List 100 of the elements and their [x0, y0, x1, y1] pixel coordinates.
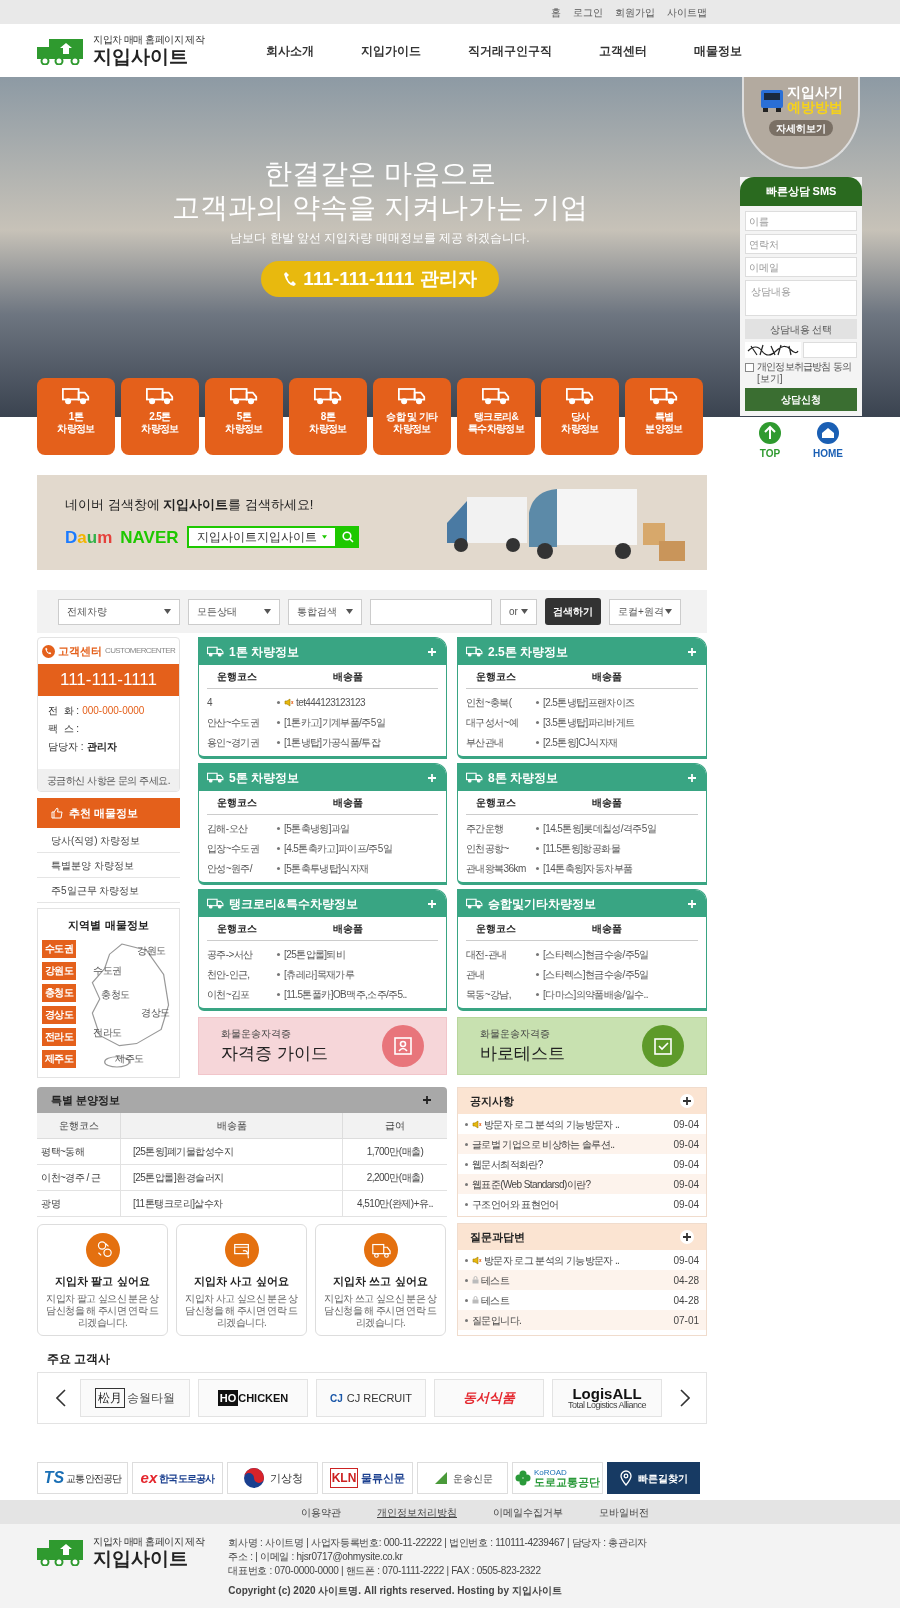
category-tile[interactable]: 특별 분양정보	[625, 378, 703, 455]
dropdown[interactable]: 통합검색	[288, 598, 362, 625]
item-link[interactable]: [14톤축윙]자동차부품	[543, 860, 633, 876]
dropdown[interactable]: 상담내용 선택	[745, 319, 857, 339]
view-link[interactable]: [보기]	[757, 373, 783, 385]
category-tile[interactable]: 2.5톤 차량정보	[121, 378, 199, 455]
post-link[interactable]: 웹표준(Web Standarsd)이란?	[472, 1176, 591, 1192]
client-logo[interactable]: 松月 송월타월	[80, 1379, 190, 1417]
post-link[interactable]: 질문입니다.	[472, 1312, 522, 1328]
nav-item[interactable]: 지입가이드	[361, 41, 422, 60]
nav-item[interactable]: 고객센터	[599, 41, 648, 60]
top-link[interactable]: 회원가입	[615, 4, 655, 20]
category-tile[interactable]: 당사 차량정보	[541, 378, 619, 455]
region-button[interactable]: 충청도	[42, 983, 76, 1002]
item-link[interactable]: [츄레라]목재가루	[284, 966, 355, 982]
item-link[interactable]: [11.5톤윙]항공화물	[543, 840, 621, 856]
logo-name[interactable]: 지입사이트	[93, 47, 205, 66]
post-link[interactable]: 웹문서최적화란?	[472, 1156, 543, 1172]
captcha-field[interactable]	[803, 342, 857, 358]
item-link[interactable]: [1톤냉탑]가공식품/투잡	[284, 734, 381, 750]
category-tile[interactable]: 탱크로리& 특수차량정보	[457, 378, 535, 455]
service-card[interactable]: 지입차 사고 싶어요 지입차 사고 싶으신 분은 상담신청을 해 주시면 연락 드리겠습니다.	[176, 1224, 307, 1336]
search-button[interactable]	[336, 526, 359, 549]
dropdown[interactable]: 로컬+원격	[609, 598, 681, 625]
recommend-link[interactable]: 특별분양 차량정보	[37, 853, 180, 878]
item-link[interactable]: [3.5톤냉탑]파리바게트	[543, 714, 635, 730]
region-button[interactable]: 수도권	[42, 939, 76, 958]
item-link[interactable]: [스타렉스]현금수송/주5일	[543, 966, 649, 982]
nav-item[interactable]: 회사소개	[266, 41, 315, 60]
top-link[interactable]: 로그인	[573, 4, 603, 20]
submit-button[interactable]: 상담신청	[745, 388, 857, 411]
item-link[interactable]: [1톤카고]기계부품/주5일	[284, 714, 386, 730]
region-button[interactable]: 전라도	[42, 1027, 76, 1046]
more-button[interactable]	[680, 1094, 694, 1108]
service-card[interactable]: 지입차 팔고 싶어요 지입차 팔고 싶으신 분은 상담신청을 해 주시면 연락 드리겠습니다.	[37, 1224, 168, 1336]
region-button[interactable]: 제주도	[42, 1049, 76, 1068]
post-link[interactable]: 방문자 로그 분석의 기능방문자 ..	[472, 1116, 620, 1132]
item-link[interactable]: tet444123123123	[284, 694, 365, 710]
post-link[interactable]: 테스트	[472, 1272, 510, 1288]
post-link[interactable]: 글로벌 기업으로 비상하는 솔루션..	[472, 1136, 615, 1152]
partner-logo[interactable]: KoROAD 도로교통공단	[512, 1462, 603, 1494]
client-logo[interactable]: HO CHICKEN	[198, 1379, 308, 1417]
partner-logo[interactable]: 운송신문	[417, 1462, 508, 1494]
text-field[interactable]: 연락처	[745, 234, 857, 254]
item-link[interactable]: [25톤압롤]퇴비	[284, 946, 346, 962]
keyword-field[interactable]	[370, 598, 492, 625]
footer-link[interactable]: 개인정보처리방침	[377, 1500, 457, 1524]
item-link[interactable]: [4.5톤축카고]파이프/주5일	[284, 840, 393, 856]
post-link[interactable]: 구조언어와 표현언어	[472, 1196, 559, 1212]
cert-banner[interactable]: 화물운송자격증 자격증 가이드	[198, 1017, 447, 1075]
dropdown[interactable]: 모든상태	[188, 598, 280, 625]
post-link[interactable]: 테스트	[472, 1292, 510, 1308]
footer-link[interactable]: 이용약관	[301, 1500, 341, 1524]
route-finder-button[interactable]: 빠른길찾기	[607, 1462, 700, 1494]
message-field[interactable]: 상담내용	[745, 280, 857, 316]
agree-checkbox[interactable]	[745, 363, 754, 372]
home-button[interactable]: HOME	[813, 422, 843, 461]
client-logo[interactable]: LogisALL Total Logistics Alliance	[552, 1379, 662, 1417]
item-link[interactable]: [2.5톤냉탑]프랜차이즈	[543, 694, 635, 710]
service-card[interactable]: 지입차 쓰고 싶어요 지입차 쓰고 싶으신 분은 상담신청을 해 주시면 연락 드리겠습니다.	[315, 1224, 446, 1336]
top-button[interactable]: TOP	[759, 422, 781, 461]
top-link[interactable]: 사이트맵	[667, 4, 707, 20]
partner-logo[interactable]: TS 교통안전공단	[37, 1462, 128, 1494]
client-logo[interactable]: CJ CJ RECRUIT	[316, 1379, 426, 1417]
partner-logo[interactable]: 기상청	[227, 1462, 318, 1494]
item-link[interactable]: [다마스]의약품배송/일수..	[543, 986, 648, 1002]
more-button[interactable]	[680, 1230, 694, 1244]
search-button[interactable]: 검색하기	[545, 598, 601, 625]
post-link[interactable]: 방문자 로그 분석의 기능방문자 ..	[472, 1252, 620, 1268]
category-tile[interactable]: 8톤 차량정보	[289, 378, 367, 455]
footer-link[interactable]: 이메일수집거부	[493, 1500, 563, 1524]
partner-logo[interactable]: KLN 물류신문	[322, 1462, 413, 1494]
category-tile[interactable]: 1톤 차량정보	[37, 378, 115, 455]
item-link[interactable]: [5톤축냉윙]과일	[284, 820, 350, 836]
detail-button[interactable]: 자세히보기	[769, 120, 833, 136]
client-logo[interactable]: 동서식품	[434, 1379, 544, 1417]
item-link[interactable]: [14.5톤윙]롯데칠성/격주5일	[543, 820, 657, 836]
item-link[interactable]: [11.5톤풀카]OB맥주,소주/주5..	[284, 986, 407, 1002]
item-link[interactable]: [2.5톤윙]CJ식자재	[543, 734, 618, 750]
recommend-link[interactable]: 당사(직영) 차량정보	[37, 828, 180, 853]
region-button[interactable]: 강원도	[42, 961, 76, 980]
dropdown[interactable]: or	[500, 598, 537, 625]
text-field[interactable]: 이름	[745, 211, 857, 231]
partner-logo[interactable]: ex한국도로공사	[132, 1462, 223, 1494]
top-link[interactable]: 홈	[551, 4, 561, 20]
item-link[interactable]: [스타렉스]현금수송/주5일	[543, 946, 649, 962]
logo-name[interactable]: 지입사이트	[93, 1548, 205, 1568]
dropdown[interactable]: 전체차량	[58, 598, 180, 625]
search-field[interactable]: 지입사이트지입사이트	[186, 526, 337, 549]
item-link[interactable]: [5톤축투냉탑]식자재	[284, 860, 369, 876]
category-tile[interactable]: 5톤 차량정보	[205, 378, 283, 455]
recommend-link[interactable]: 주5일근무 차량정보	[37, 878, 180, 903]
category-tile[interactable]: 승합 및 기타 차량정보	[373, 378, 451, 455]
nav-item[interactable]: 매물정보	[694, 41, 743, 60]
more-button[interactable]	[421, 1094, 433, 1106]
text-field[interactable]: 이메일	[745, 257, 857, 277]
footer-link[interactable]: 모바일버전	[599, 1500, 649, 1524]
region-button[interactable]: 경상도	[42, 1005, 76, 1024]
cert-banner[interactable]: 화물운송자격증 바로테스트	[457, 1017, 707, 1075]
nav-item[interactable]: 직거래구인구직	[468, 41, 553, 60]
